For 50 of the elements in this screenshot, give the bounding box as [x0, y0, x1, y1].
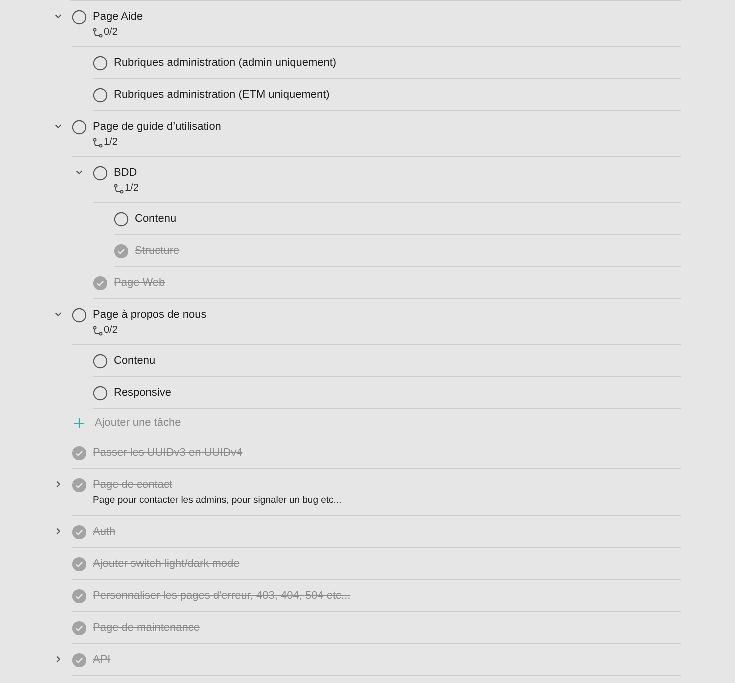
chevron-down-icon[interactable]	[54, 12, 62, 21]
route-icon	[114, 184, 124, 194]
task-title[interactable]: Responsive	[114, 385, 172, 401]
route-icon	[93, 326, 103, 336]
task-title[interactable]: Page Web	[114, 275, 166, 291]
task-title[interactable]: Personnaliser les pages d'erreur, 403, 404, 504 etc...	[93, 588, 351, 604]
checked-circle-icon[interactable]	[72, 653, 87, 668]
empty-circle-icon[interactable]	[93, 56, 108, 71]
task-title[interactable]: Page de guide d’utilisation	[93, 119, 222, 135]
route-icon	[93, 138, 103, 148]
task-title[interactable]: Structure	[135, 243, 180, 259]
task-title[interactable]: Auth	[93, 524, 116, 540]
subtask-count: 1/2	[104, 136, 118, 149]
task-title[interactable]: Page de maintenance	[93, 620, 200, 636]
empty-circle-icon[interactable]	[93, 166, 108, 181]
checked-circle-icon[interactable]	[72, 446, 87, 461]
task-title[interactable]: Contenu	[135, 211, 177, 227]
checked-circle-icon[interactable]	[72, 478, 87, 493]
empty-circle-icon[interactable]	[114, 212, 129, 227]
subtask-count: 1/2	[125, 182, 139, 195]
task-title[interactable]: Ajouter switch light/dark mode	[93, 556, 240, 572]
empty-circle-icon[interactable]	[93, 354, 108, 369]
task-title[interactable]: Page Aide	[93, 9, 144, 25]
task-title[interactable]: Page de contact	[93, 477, 342, 493]
chevron-down-icon[interactable]	[54, 122, 62, 131]
task-note: Page pour contacter les admins, pour signaler un bug etc...	[93, 494, 342, 508]
empty-circle-icon[interactable]	[93, 386, 108, 401]
empty-circle-icon[interactable]	[93, 88, 108, 103]
route-icon	[93, 28, 103, 38]
checked-circle-icon[interactable]	[114, 244, 129, 259]
checked-circle-icon[interactable]	[72, 525, 87, 540]
task-title[interactable]: Contenu	[114, 353, 156, 369]
checked-circle-icon[interactable]	[93, 276, 108, 291]
task-title[interactable]: Rubriques administration (ETM uniquement)	[114, 87, 330, 103]
chevron-down-icon[interactable]	[74, 168, 84, 177]
empty-circle-icon[interactable]	[72, 10, 87, 25]
empty-circle-icon[interactable]	[72, 120, 87, 135]
checked-circle-icon[interactable]	[72, 557, 87, 572]
task-title[interactable]: Rubriques administration (admin uniquement)	[114, 55, 337, 71]
task-title[interactable]: Page à propos de nous	[93, 307, 207, 323]
chevron-down-icon[interactable]	[54, 310, 62, 319]
task-title[interactable]: Passer les UUIDv3 en UUIDv4	[93, 445, 243, 461]
subtask-count: 0/2	[104, 26, 118, 39]
checked-circle-icon[interactable]	[72, 589, 87, 604]
subtask-count: 0/2	[104, 324, 118, 337]
task-title[interactable]: API	[93, 652, 111, 668]
add-task-link[interactable]: Ajouter une tâche	[95, 414, 182, 432]
task-title[interactable]: BDD	[114, 165, 139, 181]
checked-circle-icon[interactable]	[72, 621, 87, 636]
empty-circle-icon[interactable]	[72, 308, 87, 323]
